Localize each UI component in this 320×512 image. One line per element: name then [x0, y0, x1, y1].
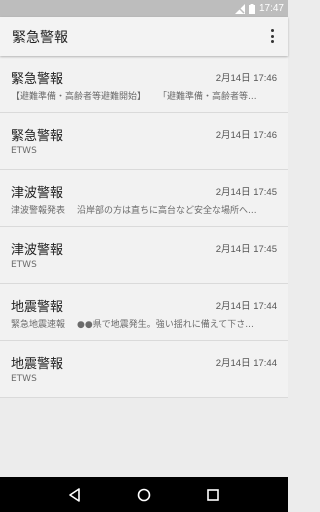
item-date: 2月14日 17:45	[215, 244, 277, 255]
overflow-menu-icon[interactable]	[266, 28, 278, 44]
battery-icon	[248, 3, 255, 14]
item-subtitle-a: ETWS	[11, 146, 37, 156]
item-date: 2月14日 17:44	[215, 301, 277, 312]
item-title: 緊急警報	[11, 72, 64, 87]
item-subtitle-a: 【避難準備・高齢者等避難開始】	[11, 92, 147, 102]
list-item[interactable]: 津波警報 2月14日 17:45 ETWS	[0, 227, 288, 284]
home-icon[interactable]	[134, 485, 154, 505]
message-list: 緊急警報 2月14日 17:46 【避難準備・高齢者等避難開始】 「避難準備・高齢…	[0, 56, 288, 398]
item-subtitle-b: 沿岸部の方は直ちに高台など安全な場所へ...	[77, 206, 257, 216]
recents-icon[interactable]	[203, 485, 223, 505]
page-title: 緊急警報	[12, 29, 68, 46]
list-item[interactable]: 地震警報 2月14日 17:44 緊急地震速報 ●●県で地震発生。強い揺れに備えて…	[0, 284, 288, 341]
item-subtitle-a: ETWS	[11, 260, 37, 270]
status-bar: 17:47	[0, 0, 288, 17]
item-subtitle: 【避難準備・高齢者等避難開始】 「避難準備・高齢者等...	[11, 89, 277, 102]
item-subtitle: 緊急地震速報 ●●県で地震発生。強い揺れに備えて下さ...	[11, 317, 277, 330]
item-subtitle: ETWS	[11, 260, 277, 270]
navigation-bar	[0, 477, 288, 512]
status-time: 17:47	[258, 3, 284, 14]
item-date: 2月14日 17:46	[215, 73, 277, 84]
item-subtitle-a: 津波警報発表	[11, 206, 66, 216]
item-subtitle-b: 「避難準備・高齢者等...	[158, 92, 257, 102]
item-subtitle-b: ●●県で地震発生。強い揺れに備えて下さ...	[77, 320, 254, 330]
item-title: 緊急警報	[11, 129, 64, 144]
back-icon[interactable]	[65, 485, 85, 505]
item-title: 津波警報	[11, 186, 64, 201]
list-item[interactable]: 緊急警報 2月14日 17:46 ETWS	[0, 113, 288, 170]
item-subtitle: ETWS	[11, 374, 277, 384]
item-date: 2月14日 17:46	[215, 130, 277, 141]
item-subtitle-a: ETWS	[11, 374, 37, 384]
list-item[interactable]: 地震警報 2月14日 17:44 ETWS	[0, 341, 288, 398]
app-bar: 緊急警報	[0, 17, 288, 56]
item-subtitle-a: 緊急地震速報	[11, 320, 66, 330]
item-subtitle: 津波警報発表 沿岸部の方は直ちに高台など安全な場所へ...	[11, 203, 277, 216]
item-title: 津波警報	[11, 243, 64, 258]
item-title: 地震警報	[11, 357, 64, 372]
item-subtitle: ETWS	[11, 146, 277, 156]
list-item[interactable]: 緊急警報 2月14日 17:46 【避難準備・高齢者等避難開始】 「避難準備・高齢…	[0, 56, 288, 113]
item-date: 2月14日 17:44	[215, 358, 277, 369]
signal-off-icon	[234, 3, 245, 14]
list-item[interactable]: 津波警報 2月14日 17:45 津波警報発表 沿岸部の方は直ちに高台など安全な場…	[0, 170, 288, 227]
item-date: 2月14日 17:45	[215, 187, 277, 198]
item-title: 地震警報	[11, 300, 64, 315]
